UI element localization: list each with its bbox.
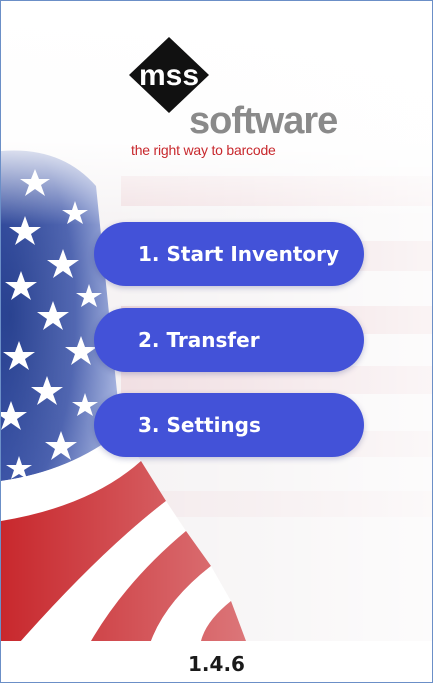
app-screen: mss software the right way to barcode 1.…	[0, 0, 433, 683]
svg-text:mss: mss	[139, 59, 199, 92]
start-inventory-button[interactable]: 1. Start Inventory	[94, 222, 364, 286]
settings-button[interactable]: 3. Settings	[94, 393, 364, 457]
transfer-button[interactable]: 2. Transfer	[94, 308, 364, 372]
tagline: the right way to barcode	[131, 142, 276, 158]
svg-text:software: software	[189, 100, 337, 142]
version-label: 1.4.6	[188, 652, 245, 676]
